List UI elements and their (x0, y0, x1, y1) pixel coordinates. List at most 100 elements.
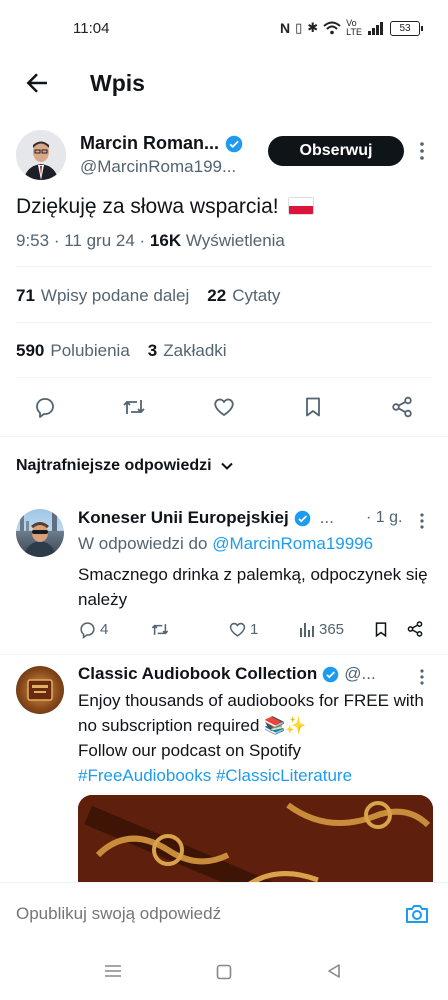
bookmarks-count[interactable]: 3 (148, 341, 157, 361)
bluetooth-icon: ✱ (307, 20, 319, 35)
verified-badge-icon (294, 510, 310, 526)
reposts-count[interactable]: 71 (16, 286, 35, 306)
reply-bookmark-button[interactable] (372, 620, 390, 639)
reply-time[interactable]: · 1 g. (366, 509, 402, 527)
reply-author-handle[interactable]: @... (344, 664, 375, 684)
author-avatar[interactable] (16, 130, 66, 180)
reposts-label[interactable]: Wpisy podane dalej (41, 286, 189, 306)
share-button[interactable] (382, 387, 422, 427)
reply-reply-button[interactable]: 4 (78, 620, 108, 639)
bookmark-button[interactable] (293, 387, 333, 427)
reply-author-row[interactable]: Classic Audiobook Collection @... (78, 664, 376, 684)
more-vertical-icon (420, 513, 424, 529)
quotes-count[interactable]: 22 (207, 286, 226, 306)
vibrate-icon: ▯ (295, 20, 303, 35)
reply-text-line: Follow our podcast on Spotify (78, 741, 302, 760)
reply-repost-button[interactable] (150, 620, 170, 639)
verified-badge-icon (323, 666, 339, 682)
reply-more-options-button[interactable] (418, 668, 426, 686)
more-options-button[interactable] (418, 141, 426, 161)
reply-icon (80, 622, 95, 639)
reply-author-name[interactable]: Classic Audiobook Collection (78, 664, 317, 684)
tweet-meta: 9:53 · 11 gru 24 · 16K Wyświetlenia (16, 231, 285, 250)
bookmark-icon (375, 622, 387, 638)
divider (0, 436, 448, 437)
status-bar: 11:04 N ▯ ✱ Vo LTE 53 (0, 0, 448, 58)
like-button[interactable] (204, 387, 244, 427)
status-time: 11:04 (73, 20, 110, 37)
reply-context-prefix: W odpowiedzi do (78, 534, 208, 553)
verified-badge-icon (225, 135, 243, 152)
page-title: Wpis (90, 70, 145, 96)
reply-text: Smacznego drinka z palemką, odpoczynek s… (78, 565, 428, 609)
reply-author-truncation: ... (319, 508, 334, 527)
reply-share-button[interactable] (406, 620, 424, 638)
divider (16, 322, 432, 323)
likes-label[interactable]: Polubienia (50, 341, 129, 361)
more-vertical-icon (420, 142, 424, 160)
tweet-time[interactable]: 9:53 (16, 231, 49, 250)
nfc-icon: N (279, 20, 291, 36)
reply-icon (36, 398, 54, 418)
system-back-button[interactable] (326, 963, 342, 979)
repost-icon (151, 624, 169, 635)
reply-compose-input[interactable] (16, 904, 346, 924)
replies-sort-button[interactable]: Najtrafniejsze odpowiedzi (16, 457, 234, 475)
reply-author-name[interactable]: Koneser Unii Europejskiej (78, 508, 289, 528)
reply-context-mention[interactable]: @MarcinRoma19996 (212, 534, 373, 553)
reply-media-image[interactable] (78, 795, 433, 895)
replies-section-title[interactable]: Najtrafniejsze odpowiedzi (16, 457, 212, 475)
tweet-text: Dziękuję za słowa wsparcia! (16, 195, 315, 219)
reply-author-row[interactable]: Koneser Unii Europejskiej ... (78, 508, 334, 528)
system-nav-bar (0, 945, 448, 1000)
square-icon (216, 964, 232, 980)
book-logo-icon (27, 679, 53, 701)
reply-text-line: Enjoy thousands of audiobooks for FREE w… (78, 691, 424, 735)
tweet-date[interactable]: 11 gru 24 (64, 231, 135, 250)
bookmark-icon (306, 397, 320, 417)
reply-hashtags[interactable]: #FreeAudiobooks #ClassicLiterature (78, 763, 428, 788)
reply-avatar[interactable] (16, 666, 64, 714)
views-label: Wyświetlenia (185, 231, 285, 250)
reply-views-count: 365 (319, 620, 345, 638)
quotes-label[interactable]: Cytaty (232, 286, 280, 306)
avatar-portrait (20, 511, 57, 557)
reply-button[interactable] (25, 387, 65, 427)
reply-avatar[interactable] (16, 509, 64, 557)
reply-replies-count: 4 (100, 621, 109, 638)
battery-level: 53 (399, 22, 411, 34)
author-name-row[interactable]: Marcin Roman... (80, 133, 243, 154)
system-icons: N ▯ ✱ Vo LTE 53 (279, 18, 423, 37)
author-handle[interactable]: @MarcinRoma199... (80, 157, 236, 177)
battery-icon: 53 (390, 20, 423, 36)
reply-context: W odpowiedzi do @MarcinRoma19996 (78, 534, 373, 554)
avatar-portrait (16, 130, 66, 180)
volte-icon: Vo LTE (346, 18, 362, 37)
more-vertical-icon (420, 669, 424, 685)
reply-like-button[interactable]: 1 (228, 620, 258, 639)
home-button[interactable] (216, 964, 232, 980)
reply-text: Enjoy thousands of audiobooks for FREE w… (78, 688, 428, 788)
divider (16, 377, 432, 378)
reply-views-button[interactable]: 365 (298, 620, 344, 638)
author-name[interactable]: Marcin Roman... (80, 133, 219, 154)
tweet-action-bar (0, 387, 448, 427)
share-icon (392, 396, 412, 418)
heart-icon (214, 398, 234, 417)
reply-more-options-button[interactable] (418, 512, 426, 530)
reply-action-bar: 4 1 365 (78, 620, 438, 644)
back-button[interactable] (22, 68, 52, 98)
bookmarks-label[interactable]: Zakładki (163, 341, 226, 361)
wifi-icon (323, 21, 341, 35)
repost-button[interactable] (114, 387, 154, 427)
follow-button[interactable]: Obserwuj (268, 136, 404, 166)
repost-icon (123, 400, 145, 414)
heart-icon (229, 622, 246, 637)
arrow-left-icon (26, 73, 47, 93)
camera-button[interactable] (404, 902, 430, 926)
recent-apps-button[interactable] (104, 963, 122, 979)
views-chart-icon (300, 623, 314, 637)
likes-count[interactable]: 590 (16, 341, 44, 361)
share-icon (407, 621, 423, 637)
camera-icon (406, 905, 428, 923)
